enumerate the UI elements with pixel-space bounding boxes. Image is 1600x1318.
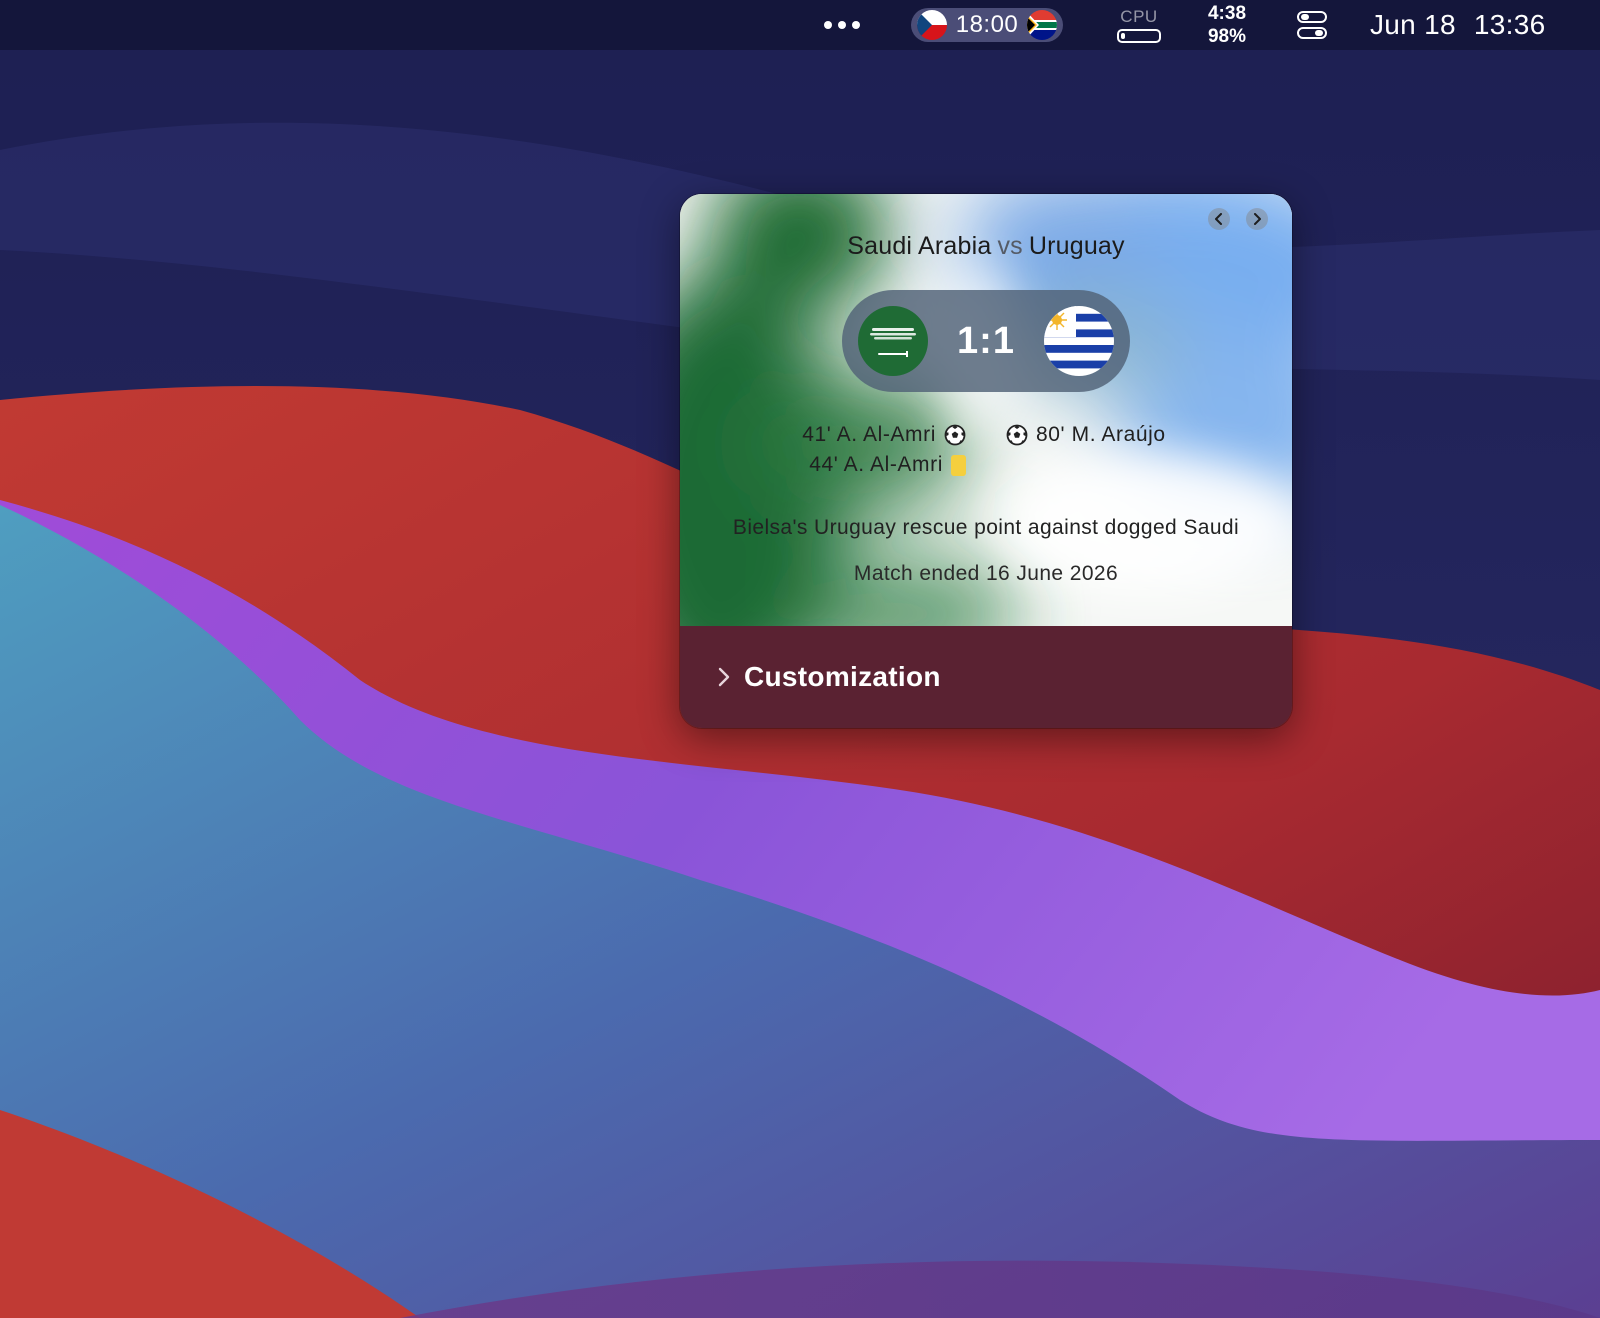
match-widget: Saudi Arabia vs Uruguay 1:1 41' A. Al-Am… <box>680 194 1292 728</box>
menu-clock[interactable]: Jun 18 13:36 <box>1370 0 1570 50</box>
match-headline: Bielsa's Uruguay rescue point against do… <box>732 516 1240 539</box>
menu-match-widget[interactable]: 18:00 <box>911 8 1063 42</box>
south-africa-flag-icon <box>1027 10 1057 40</box>
cpu-monitor[interactable]: CPU <box>1114 0 1164 50</box>
next-match-button[interactable] <box>1246 208 1268 230</box>
chevron-right-icon <box>1254 213 1261 225</box>
saudi-arabia-flag-icon <box>858 306 928 376</box>
previous-match-button[interactable] <box>1208 208 1230 230</box>
home-events: 41' A. Al-Amri 44' A. Al-Amri <box>802 420 966 480</box>
battery-status[interactable]: 4:38 98% <box>1202 0 1252 50</box>
battery-percent: 98% <box>1207 26 1247 47</box>
customization-bar: Customization <box>680 626 1292 728</box>
ellipsis-icon[interactable] <box>822 0 862 50</box>
control-center-icon[interactable] <box>1296 0 1328 50</box>
match-status: Match ended 16 June 2026 <box>853 562 1119 585</box>
battery-time: 4:38 <box>1207 3 1247 24</box>
away-event-text: 80' M. Araújo <box>1036 423 1166 446</box>
yellow-card-icon <box>951 454 966 476</box>
menu-time: 13:36 <box>1473 9 1546 40</box>
vs-label: vs <box>997 232 1023 260</box>
cpu-label: CPU <box>1120 6 1158 26</box>
chevron-left-icon <box>1215 213 1222 225</box>
soccer-ball-icon <box>1006 424 1028 446</box>
home-event-row: 41' A. Al-Amri <box>802 420 966 450</box>
chevron-right-icon <box>718 667 730 687</box>
away-events: 80' M. Araújo <box>1006 420 1166 450</box>
soccer-ball-icon <box>944 424 966 446</box>
home-team-name: Saudi Arabia <box>847 232 992 260</box>
home-event-row: 44' A. Al-Amri <box>802 450 966 480</box>
cpu-level-fill <box>1121 32 1125 39</box>
uruguay-flag-icon <box>1044 306 1114 376</box>
cpu-level-bar <box>1117 28 1161 43</box>
away-team-name: Uruguay <box>1028 232 1125 260</box>
customization-disclosure[interactable]: Customization <box>716 626 941 728</box>
match-title: Saudi Arabia vs Uruguay <box>680 232 1292 261</box>
away-event-row: 80' M. Araújo <box>1006 420 1166 450</box>
match-score: 1:1 <box>957 319 1015 362</box>
czech-flag-icon <box>917 10 947 40</box>
home-event-text: 44' A. Al-Amri <box>809 453 943 476</box>
menu-date: Jun 18 <box>1370 9 1456 40</box>
home-event-text: 41' A. Al-Amri <box>802 423 936 446</box>
customization-label: Customization <box>744 661 941 692</box>
menu-bar: 18:00 CPU 4:38 98% Jun 18 13:36 <box>0 0 1600 50</box>
menu-match-time: 18:00 <box>955 11 1019 38</box>
match-card: Saudi Arabia vs Uruguay 1:1 41' A. Al-Am… <box>680 194 1292 626</box>
score-board: 1:1 <box>842 290 1130 392</box>
